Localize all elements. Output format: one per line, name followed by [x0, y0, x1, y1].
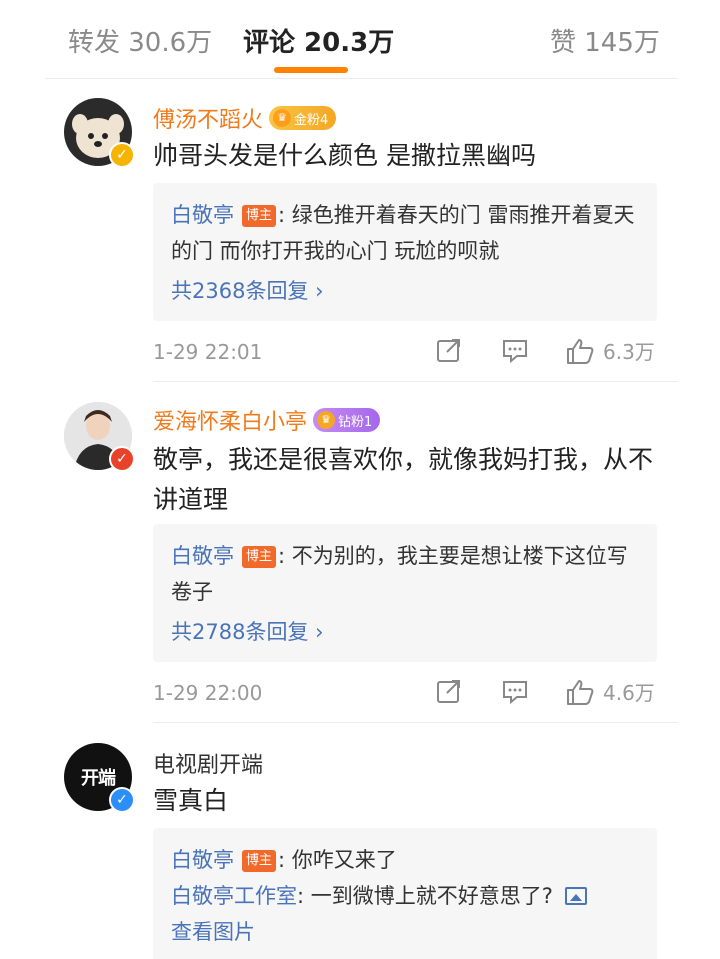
reply-text: : 不为别的，我主要是想让楼下这位写卷子: [171, 544, 628, 604]
fan-badge: ♛ 钻粉1: [313, 408, 381, 432]
like-button[interactable]: 6.3万: [565, 336, 655, 365]
comment-text: 雪真白: [153, 786, 229, 815]
username[interactable]: 电视剧开端: [153, 747, 263, 779]
share-icon: [437, 339, 460, 362]
username[interactable]: 傅汤不蹈火 ♛ 金粉4: [153, 102, 337, 134]
blogger-tag: 博主: [242, 850, 277, 872]
fan-badge: ♛ 金粉4: [269, 106, 337, 130]
avatar[interactable]: ✓: [64, 402, 135, 472]
reply-box[interactable]: 白敬亭 博主: 不为别的，我主要是想让楼下这位写卷子 共2788条回复 ›: [153, 524, 657, 662]
verified-icon: ✓: [109, 446, 135, 472]
fan-badge-label: 钻粉1: [338, 414, 373, 430]
username-text[interactable]: 傅汤不蹈火: [153, 102, 263, 134]
username-text[interactable]: 电视剧开端: [153, 747, 263, 779]
share-button[interactable]: [435, 677, 463, 705]
tabs-divider: [45, 78, 678, 79]
like-button[interactable]: 4.6万: [565, 677, 655, 706]
reply-button[interactable]: [501, 677, 529, 705]
reply-button[interactable]: [501, 336, 529, 364]
like-count: 6.3万: [603, 340, 655, 364]
view-image-link[interactable]: 查看图片: [171, 914, 639, 950]
reply-text: : 绿色推开着春天的门 雷雨推开着夏天的门 而你打开我的心门 玩尬的呗就: [171, 203, 635, 263]
comment-icon: [503, 681, 527, 705]
verified-icon: ✓: [109, 142, 135, 168]
like-count: 4.6万: [603, 681, 655, 705]
fan-badge-label: 金粉4: [294, 112, 329, 128]
image-icon[interactable]: [564, 887, 587, 905]
avatar[interactable]: 开端 ✓: [64, 743, 135, 813]
reply-author[interactable]: 白敬亭: [171, 848, 234, 872]
crown-icon: ♛: [317, 411, 336, 429]
comment-divider: [153, 381, 678, 382]
comment-tabs: 转发 30.6万 评论 20.3万 赞 145万: [0, 0, 720, 80]
avatar-logo-text: 开端: [81, 768, 116, 789]
reply-box[interactable]: 白敬亭 博主: 绿色推开着春天的门 雷雨推开着夏天的门 而你打开我的心门 玩尬的呗…: [153, 183, 657, 321]
reply-author-2[interactable]: 白敬亭工作室: [171, 884, 297, 908]
comment-time: 1-29 22:00: [153, 681, 263, 705]
active-tab-indicator: [274, 67, 348, 73]
reply-text: : 你咋又来了: [278, 848, 397, 872]
comment-meta: 1-29 22:00 4.6万: [153, 675, 658, 715]
crown-icon: ♛: [273, 109, 292, 127]
blogger-tag: 博主: [242, 205, 277, 227]
reply-line: 白敬亭 博主: 你咋又来了: [171, 842, 639, 878]
share-icon: [437, 680, 460, 703]
reply-author[interactable]: 白敬亭: [171, 544, 234, 568]
comment-divider: [153, 722, 678, 723]
username-text[interactable]: 爱海怀柔白小亭: [153, 404, 307, 436]
view-replies-link[interactable]: 共2368条回复 ›: [171, 273, 639, 309]
like-icon: [567, 338, 594, 364]
reply-author[interactable]: 白敬亭: [171, 203, 234, 227]
verified-icon: ✓: [109, 787, 135, 813]
avatar[interactable]: ✓: [64, 98, 135, 168]
like-icon: [567, 679, 594, 705]
blogger-tag: 博主: [242, 546, 277, 568]
reply-line: 白敬亭工作室: 一到微博上就不好意思了?: [171, 878, 639, 914]
comment-icon: [503, 340, 527, 364]
tab-comments[interactable]: 评论 20.3万: [243, 22, 394, 59]
comment-text: 帅哥头发是什么颜色 是撒拉黑幽吗: [153, 141, 536, 170]
comment-text: 敬亭，我还是很喜欢你，就像我妈打我，从不讲道理: [153, 445, 654, 514]
share-button[interactable]: [435, 336, 463, 364]
reply-text-2: : 一到微博上就不好意思了?: [297, 884, 553, 908]
comment-time: 1-29 22:01: [153, 340, 263, 364]
username[interactable]: 爱海怀柔白小亭 ♛ 钻粉1: [153, 404, 381, 436]
reply-box[interactable]: 白敬亭 博主: 你咋又来了 白敬亭工作室: 一到微博上就不好意思了? 查看图片: [153, 828, 657, 959]
tab-repost[interactable]: 转发 30.6万: [68, 22, 212, 59]
comment-meta: 1-29 22:01 6.3万: [153, 334, 658, 374]
tab-likes[interactable]: 赞 145万: [550, 22, 660, 59]
view-replies-link[interactable]: 共2788条回复 ›: [171, 614, 639, 650]
